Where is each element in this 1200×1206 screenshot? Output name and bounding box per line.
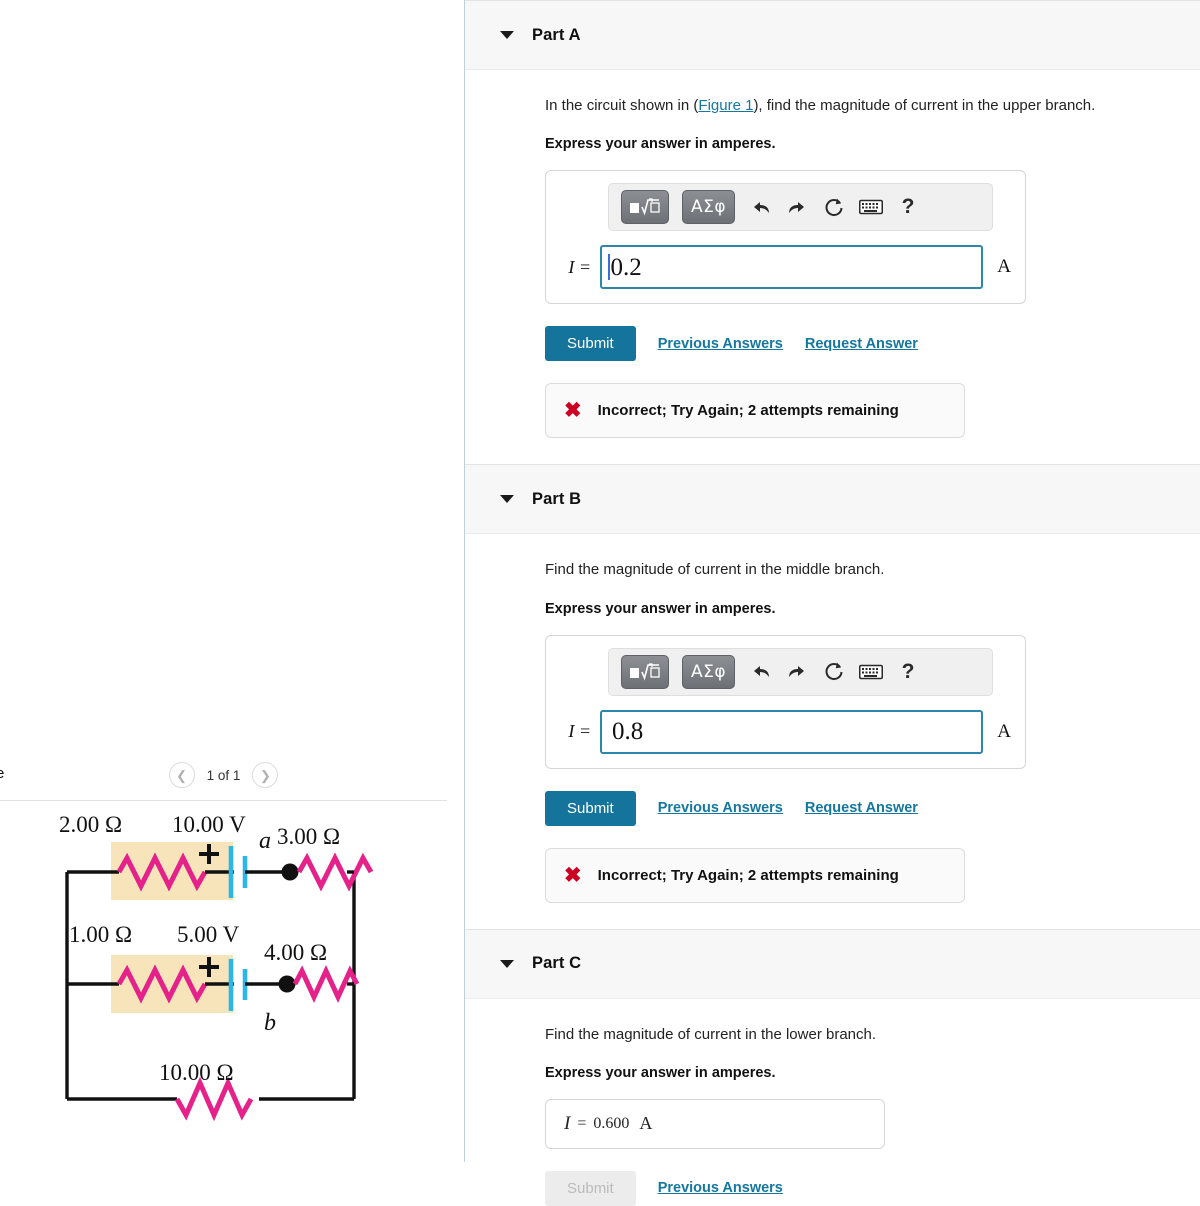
- x-mark-icon: ✖: [564, 399, 582, 423]
- part-c-title: Part C: [532, 954, 582, 972]
- part-b-title: Part B: [532, 489, 582, 508]
- caret-down-icon[interactable]: [500, 959, 514, 968]
- part-c-prompt: Find the magnitude of current in the low…: [545, 1025, 877, 1043]
- part-b-answer-row: I = 0.8 A: [560, 709, 1011, 754]
- part-b-body: Find the magnitude of current in the mid…: [465, 534, 1200, 903]
- text-cursor: [608, 254, 610, 281]
- x-mark-icon: ✖: [564, 863, 582, 887]
- help-icon[interactable]: ?: [896, 195, 920, 219]
- part-c-answer-display[interactable]: I = 0.600 A: [545, 1098, 885, 1149]
- part-c-answer-label: I: [564, 1112, 571, 1134]
- problem-content: Part A In the circuit shown in (Figure 1…: [465, 0, 1200, 1206]
- reset-icon[interactable]: [822, 660, 846, 684]
- chevron-left-icon[interactable]: ❮: [168, 762, 195, 788]
- part-b-actions: Submit Previous Answers Request Answer: [545, 790, 1200, 826]
- redo-icon[interactable]: [785, 195, 809, 219]
- reset-icon[interactable]: [822, 195, 846, 219]
- part-b-answer-unit: A: [997, 720, 1011, 742]
- redo-icon[interactable]: [785, 660, 809, 684]
- part-a-header[interactable]: Part A: [465, 0, 1200, 70]
- part-b-answer-input[interactable]: 0.8: [600, 709, 984, 754]
- part-c-header[interactable]: Part C: [465, 928, 1200, 999]
- caret-down-icon[interactable]: [500, 31, 514, 39]
- part-b-feedback: ✖ Incorrect; Try Again; 2 attempts remai…: [545, 847, 965, 903]
- undo-icon[interactable]: [748, 195, 772, 219]
- part-a-section: Part A In the circuit shown in (Figure 1…: [465, 0, 1200, 439]
- label-r-top-left: 2.00 Ω: [59, 812, 122, 837]
- label-r-mid-left: 1.00 Ω: [69, 922, 132, 947]
- label-emf-top: 10.00 V: [172, 812, 246, 837]
- greek-letters-button[interactable]: ΑΣφ: [682, 190, 736, 225]
- undo-icon[interactable]: [748, 660, 772, 684]
- math-template-button[interactable]: [621, 654, 669, 689]
- part-c-express: Express your answer in amperes.: [545, 1064, 776, 1081]
- part-a-answer-unit: A: [997, 256, 1011, 278]
- part-a-prompt: In the circuit shown in (Figure 1), find…: [545, 96, 1200, 116]
- keyboard-icon[interactable]: [859, 660, 884, 684]
- part-c-body: Find the magnitude of current in the low…: [465, 999, 1200, 1206]
- resistor-10ohm: [174, 1076, 253, 1122]
- part-b-submit-button[interactable]: Submit: [545, 790, 636, 826]
- part-c-submit-button[interactable]: Submit: [545, 1170, 636, 1206]
- label-r-bottom: 10.00 Ω: [159, 1060, 234, 1085]
- part-a-answer-box: ΑΣφ ? I = 0.2 A: [545, 170, 1026, 305]
- part-b-previous-answers-link[interactable]: Previous Answers: [658, 800, 783, 816]
- pager-label: 1 of 1: [206, 767, 241, 783]
- part-a-previous-answers-link[interactable]: Previous Answers: [658, 336, 783, 352]
- part-c-previous-answers-link[interactable]: Previous Answers: [658, 1180, 783, 1196]
- label-r-top-right: 3.00 Ω: [277, 824, 340, 849]
- part-a-answer-input[interactable]: 0.2: [600, 245, 984, 290]
- part-c-answer-value: 0.600: [593, 1114, 630, 1132]
- circuit-figure[interactable]: .wire { stroke:#111; stroke-width:3.4; f…: [0, 812, 447, 1142]
- part-c-section: Part C Find the magnitude of current in …: [465, 928, 1200, 1206]
- part-a-feedback: ✖ Incorrect; Try Again; 2 attempts remai…: [545, 383, 965, 439]
- chevron-right-icon[interactable]: ❯: [252, 762, 279, 788]
- help-icon[interactable]: ?: [896, 660, 920, 684]
- part-b-prompt: Find the magnitude of current in the mid…: [545, 561, 885, 579]
- figure-1-link[interactable]: Figure 1: [698, 97, 753, 114]
- part-b-section: Part B Find the magnitude of current in …: [465, 464, 1200, 903]
- part-a-request-answer-link[interactable]: Request Answer: [805, 336, 918, 352]
- label-node-a: a: [259, 828, 271, 854]
- part-b-request-answer-link[interactable]: Request Answer: [805, 800, 918, 816]
- part-a-math-toolbar: ΑΣφ ?: [608, 183, 993, 232]
- part-a-actions: Submit Previous Answers Request Answer: [545, 326, 1200, 362]
- keyboard-icon[interactable]: [859, 195, 884, 219]
- part-b-answer-value: 0.8: [612, 718, 644, 745]
- figure-divider: [0, 800, 447, 801]
- part-b-feedback-text: Incorrect; Try Again; 2 attempts remaini…: [597, 866, 899, 884]
- part-a-feedback-text: Incorrect; Try Again; 2 attempts remaini…: [597, 402, 899, 420]
- node-b-dot: [278, 975, 295, 993]
- prompt-text-before: In the circuit shown in (: [545, 97, 699, 114]
- part-b-answer-box: ΑΣφ ? I = 0.8 A: [545, 634, 1026, 769]
- label-emf-mid: 5.00 V: [177, 922, 240, 947]
- math-template-button[interactable]: [621, 190, 669, 225]
- label-node-b: b: [264, 1010, 276, 1036]
- part-c-answer-unit: A: [639, 1113, 653, 1134]
- figure-pager: ❮ 1 of 1 ❯: [0, 762, 447, 788]
- part-b-header[interactable]: Part B: [465, 464, 1200, 535]
- resistor-3ohm: [296, 852, 373, 892]
- part-c-actions: Submit Previous Answers: [545, 1170, 1200, 1206]
- part-a-submit-button[interactable]: Submit: [545, 326, 636, 362]
- caret-down-icon[interactable]: [500, 495, 514, 504]
- part-b-express: Express your answer in amperes.: [545, 600, 776, 617]
- figure-pane: e ❮ 1 of 1 ❯ .wire { stroke:#111; stroke…: [0, 0, 465, 1162]
- prompt-text-after: ), find the magnitude of current in the …: [753, 97, 1096, 114]
- part-a-title: Part A: [532, 25, 581, 44]
- part-a-body: In the circuit shown in (Figure 1), find…: [465, 70, 1200, 439]
- greek-letters-button[interactable]: ΑΣφ: [682, 654, 736, 689]
- part-a-answer-row: I = 0.2 A: [560, 245, 1011, 290]
- part-a-express: Express your answer in amperes.: [545, 136, 776, 153]
- label-r-mid-right: 4.00 Ω: [264, 940, 327, 965]
- part-a-answer-value: 0.2: [610, 253, 642, 281]
- part-b-math-toolbar: ΑΣφ ?: [608, 647, 993, 696]
- part-a-answer-label: I =: [568, 256, 591, 277]
- part-b-answer-label: I =: [568, 721, 591, 741]
- node-a-dot: [281, 863, 298, 881]
- part-c-answer-equals: =: [577, 1114, 587, 1132]
- circuit-diagram: .wire { stroke:#111; stroke-width:3.4; f…: [59, 812, 373, 1122]
